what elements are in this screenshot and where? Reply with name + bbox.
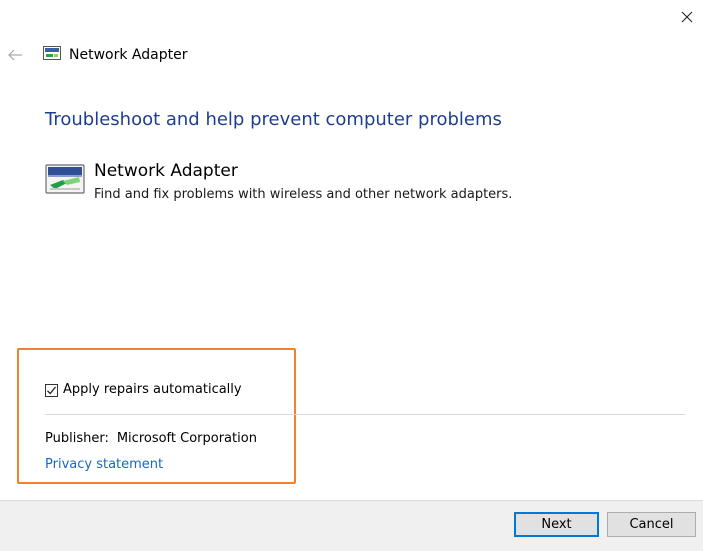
apply-repairs-checkbox-row[interactable]: Apply repairs automatically [45,381,242,399]
network-adapter-small-icon [43,46,61,61]
checkmark-icon [46,381,57,400]
divider [45,414,685,415]
page-heading: Troubleshoot and help prevent computer p… [45,109,502,130]
window-title: Network Adapter [69,47,188,63]
cancel-button[interactable]: Cancel [607,512,696,537]
publisher-label: Publisher: [45,431,109,446]
back-arrow-icon [7,46,23,65]
publisher-value: Microsoft Corporation [116,431,257,446]
troubleshooter-name: Network Adapter [94,161,238,181]
next-button[interactable]: Next [514,512,599,537]
apply-repairs-label: Apply repairs automatically [63,382,242,397]
close-button[interactable] [672,4,702,30]
close-icon [681,8,693,27]
troubleshooter-description: Find and fix problems with wireless and … [94,187,513,202]
publisher-info: Publisher: Microsoft Corporation [45,430,257,448]
privacy-statement-link[interactable]: Privacy statement [45,456,163,474]
apply-repairs-checkbox[interactable] [45,381,58,400]
back-button[interactable] [4,44,26,66]
network-adapter-icon [45,163,85,195]
